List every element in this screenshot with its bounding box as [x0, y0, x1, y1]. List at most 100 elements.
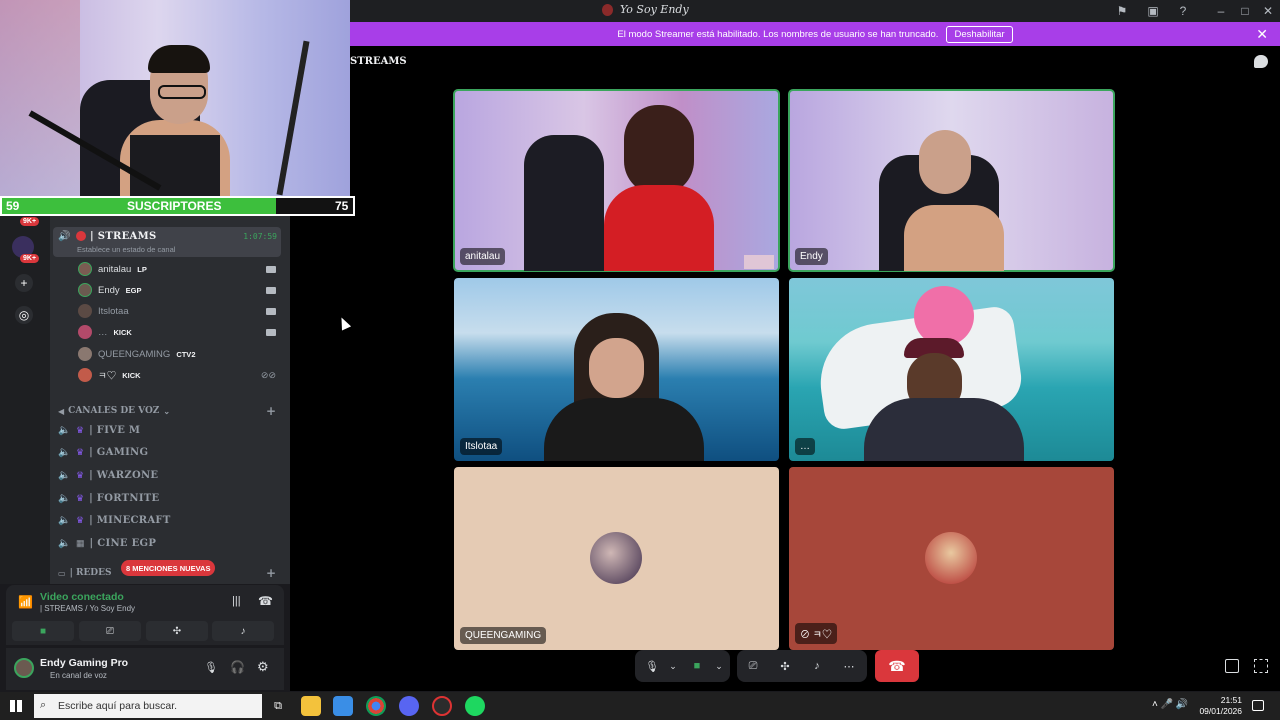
- voice-category-header[interactable]: ◀ CANALES DE VOZ ⌄ +: [58, 404, 280, 418]
- add-channel-icon[interactable]: +: [266, 566, 276, 580]
- live-dot-icon: [76, 231, 86, 241]
- fullscreen-icon[interactable]: [1254, 659, 1268, 673]
- camera-icon: [266, 307, 276, 315]
- camera-icon: [266, 286, 276, 294]
- voice-channel[interactable]: 🔈 ♛ | GAMING: [53, 441, 281, 463]
- channel-name: | FORTNITE: [89, 492, 160, 504]
- soundboard-button[interactable]: ♪: [212, 621, 274, 641]
- video-tile[interactable]: …: [789, 278, 1114, 461]
- voice-channel[interactable]: 🔈 ▦ | CINE EGP: [53, 532, 281, 554]
- channel-name: | FIVE M: [89, 424, 141, 436]
- discover-icon[interactable]: ◎: [15, 306, 33, 324]
- user-name[interactable]: Endy Gaming Pro: [40, 657, 128, 669]
- activities-button[interactable]: ✣: [146, 621, 208, 641]
- video-tile[interactable]: Itslotaa: [454, 278, 779, 461]
- flag-icon[interactable]: ⚑: [1114, 3, 1130, 19]
- tray-icons[interactable]: ˄ 🎤 🔊: [1152, 699, 1188, 710]
- avatar[interactable]: [14, 658, 34, 678]
- channel-status-prompt[interactable]: Establece un estado de canal: [77, 245, 175, 254]
- user-tag: LP: [137, 264, 147, 274]
- windows-start-icon[interactable]: [10, 700, 22, 712]
- close-window-icon[interactable]: ✕: [1260, 3, 1276, 19]
- add-server-icon[interactable]: +: [15, 274, 33, 292]
- voice-status-subtitle[interactable]: | STREAMS / Yo Soy Endy: [40, 604, 135, 613]
- taskbar-search-input[interactable]: Escribe aquí para buscar.: [34, 694, 262, 718]
- taskbar-clock[interactable]: 21:51 09/01/2026: [1199, 695, 1242, 717]
- monitor-icon: ▭: [58, 568, 66, 578]
- channel-name: | CINE EGP: [89, 537, 157, 549]
- disconnect-icon[interactable]: ☎: [258, 594, 273, 608]
- voice-user-row[interactable]: QUEENGAMING CTV2: [78, 344, 280, 364]
- screen-share-icon[interactable]: ⎚: [745, 658, 761, 674]
- voice-user-row[interactable]: anitalau LP: [78, 259, 280, 279]
- chevron-down-icon: ⌄: [163, 406, 171, 416]
- more-options-icon[interactable]: ⋯: [841, 658, 857, 674]
- windows-taskbar: Escribe aquí para buscar. ⌕ ⧉ ˄ 🎤 🔊 21:5…: [0, 692, 1280, 720]
- chat-icon[interactable]: [1254, 55, 1268, 68]
- chrome-icon[interactable]: [366, 696, 386, 716]
- chevron-down-icon[interactable]: ⌄: [665, 658, 681, 674]
- video-tile[interactable]: ⊘ ㅋ♡: [789, 467, 1114, 650]
- avatar: [78, 325, 92, 339]
- store-icon[interactable]: [333, 696, 353, 716]
- voice-channel[interactable]: 🔈 ♛ | WARZONE: [53, 464, 281, 486]
- camera-icon[interactable]: ■: [689, 658, 705, 674]
- headphones-icon[interactable]: 🎧: [230, 660, 245, 674]
- user-tag: KICK: [122, 370, 141, 380]
- soundboard-icon[interactable]: ♪: [809, 658, 825, 674]
- voice-connected-panel: 📶 Video conectado | STREAMS / Yo Soy End…: [6, 585, 284, 645]
- subscriber-goal-bar: 59 SUSCRIPTORES 75: [0, 196, 355, 216]
- discord-icon[interactable]: [399, 696, 419, 716]
- gear-icon[interactable]: ⚙: [257, 659, 269, 675]
- new-mentions-badge[interactable]: 8 MENCIONES NUEVAS: [121, 560, 216, 576]
- voice-channel[interactable]: 🔈 ♛ | FIVE M: [53, 419, 281, 441]
- tile-label: Itslotaa: [460, 438, 503, 455]
- close-banner-icon[interactable]: ✕: [1256, 26, 1268, 43]
- minimize-icon[interactable]: –: [1213, 3, 1229, 19]
- voice-user-row[interactable]: … KICK: [78, 322, 280, 342]
- tile-label: …: [795, 438, 815, 455]
- popout-icon[interactable]: [1225, 659, 1239, 673]
- hang-up-button[interactable]: ☎: [875, 650, 919, 682]
- activities-icon[interactable]: ✣: [777, 658, 793, 674]
- noise-suppression-icon[interactable]: |||: [232, 595, 241, 607]
- maximize-icon[interactable]: □: [1237, 3, 1253, 19]
- channel-header-title: STREAMS: [350, 56, 407, 67]
- chevron-down-icon[interactable]: ⌄: [711, 658, 727, 674]
- file-explorer-icon[interactable]: [301, 696, 321, 716]
- clock-date: 09/01/2026: [1199, 706, 1242, 716]
- spotify-icon[interactable]: [465, 696, 485, 716]
- camera-icon: ■: [39, 625, 47, 637]
- voice-status-title[interactable]: Video conectado: [40, 591, 124, 603]
- voice-user-row[interactable]: Endy EGP: [78, 280, 280, 300]
- search-icon: ⌕: [40, 699, 47, 711]
- camera-toggle-button[interactable]: ■: [12, 621, 74, 641]
- notification-icon[interactable]: [1252, 700, 1264, 711]
- inbox-icon[interactable]: ▣: [1145, 3, 1161, 19]
- shield-icon: ♛: [76, 469, 85, 480]
- speedometer-icon[interactable]: [432, 696, 452, 716]
- voice-channel[interactable]: 🔈 ♛ | FORTNITE: [53, 487, 281, 509]
- user-name: Endy: [98, 284, 120, 296]
- task-view-icon[interactable]: ⧉: [268, 696, 288, 716]
- camera-icon: [266, 328, 276, 336]
- microphone-icon[interactable]: 🎙: [204, 661, 218, 674]
- video-tile[interactable]: QUEENGAMING: [454, 467, 779, 650]
- activities-icon: ✣: [172, 625, 182, 637]
- signal-icon[interactable]: 📶: [18, 595, 33, 609]
- screen-share-button[interactable]: ⎚: [79, 621, 141, 641]
- microphone-icon[interactable]: 🎙: [644, 658, 660, 674]
- voice-user-row[interactable]: Itslotaa: [78, 301, 280, 321]
- avatar: [78, 283, 92, 297]
- window-title: Yo Soy Endy: [620, 3, 689, 16]
- help-icon[interactable]: ?: [1175, 3, 1191, 19]
- video-tile[interactable]: anitalau: [453, 89, 780, 272]
- disable-streamer-button[interactable]: Deshabilitar: [946, 25, 1013, 43]
- add-channel-icon[interactable]: +: [266, 404, 276, 418]
- channel-streams[interactable]: 🔊 | STREAMS 1:07:59 Establece un estado …: [53, 227, 281, 257]
- app-avatar-icon: [602, 4, 613, 16]
- voice-channel[interactable]: 🔈 ♛ | MINECRAFT: [53, 509, 281, 531]
- speaker-icon: 🔊: [58, 231, 71, 242]
- video-tile[interactable]: Endy: [788, 89, 1115, 272]
- voice-user-row[interactable]: ㅋ♡ KICK ⊘⊘: [78, 365, 280, 385]
